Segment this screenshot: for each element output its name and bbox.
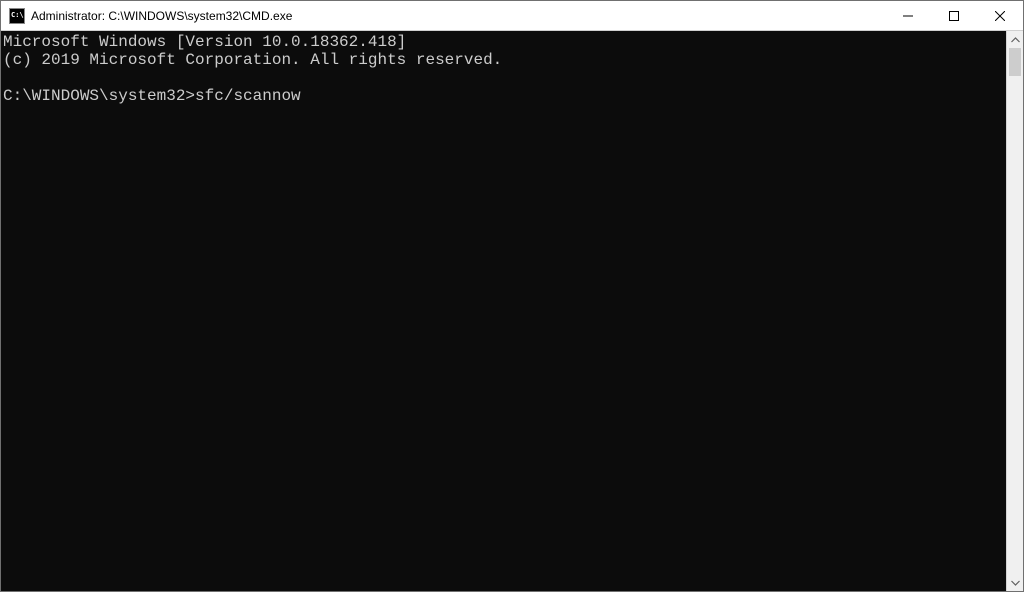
window-title: Administrator: C:\WINDOWS\system32\CMD.e… [31, 9, 885, 23]
terminal-prompt: C:\WINDOWS\system32> [3, 87, 195, 105]
client-area: Microsoft Windows [Version 10.0.18362.41… [1, 31, 1023, 591]
terminal-output[interactable]: Microsoft Windows [Version 10.0.18362.41… [1, 31, 1006, 591]
chevron-up-icon [1011, 37, 1020, 43]
titlebar[interactable]: C:\ Administrator: C:\WINDOWS\system32\C… [1, 1, 1023, 31]
terminal-command[interactable]: sfc/scannow [195, 87, 301, 105]
scroll-up-button[interactable] [1007, 31, 1023, 48]
close-icon [995, 11, 1005, 21]
window-controls [885, 1, 1023, 30]
minimize-button[interactable] [885, 1, 931, 30]
minimize-icon [903, 11, 913, 21]
terminal-line: (c) 2019 Microsoft Corporation. All righ… [3, 51, 502, 69]
scroll-track[interactable] [1007, 48, 1023, 574]
maximize-icon [949, 11, 959, 21]
svg-text:C:\: C:\ [11, 11, 24, 19]
cmd-window: C:\ Administrator: C:\WINDOWS\system32\C… [0, 0, 1024, 592]
chevron-down-icon [1011, 580, 1020, 586]
scroll-down-button[interactable] [1007, 574, 1023, 591]
vertical-scrollbar[interactable] [1006, 31, 1023, 591]
close-button[interactable] [977, 1, 1023, 30]
maximize-button[interactable] [931, 1, 977, 30]
cmd-icon: C:\ [9, 8, 25, 24]
terminal-line: Microsoft Windows [Version 10.0.18362.41… [3, 33, 406, 51]
scroll-thumb[interactable] [1009, 48, 1021, 76]
